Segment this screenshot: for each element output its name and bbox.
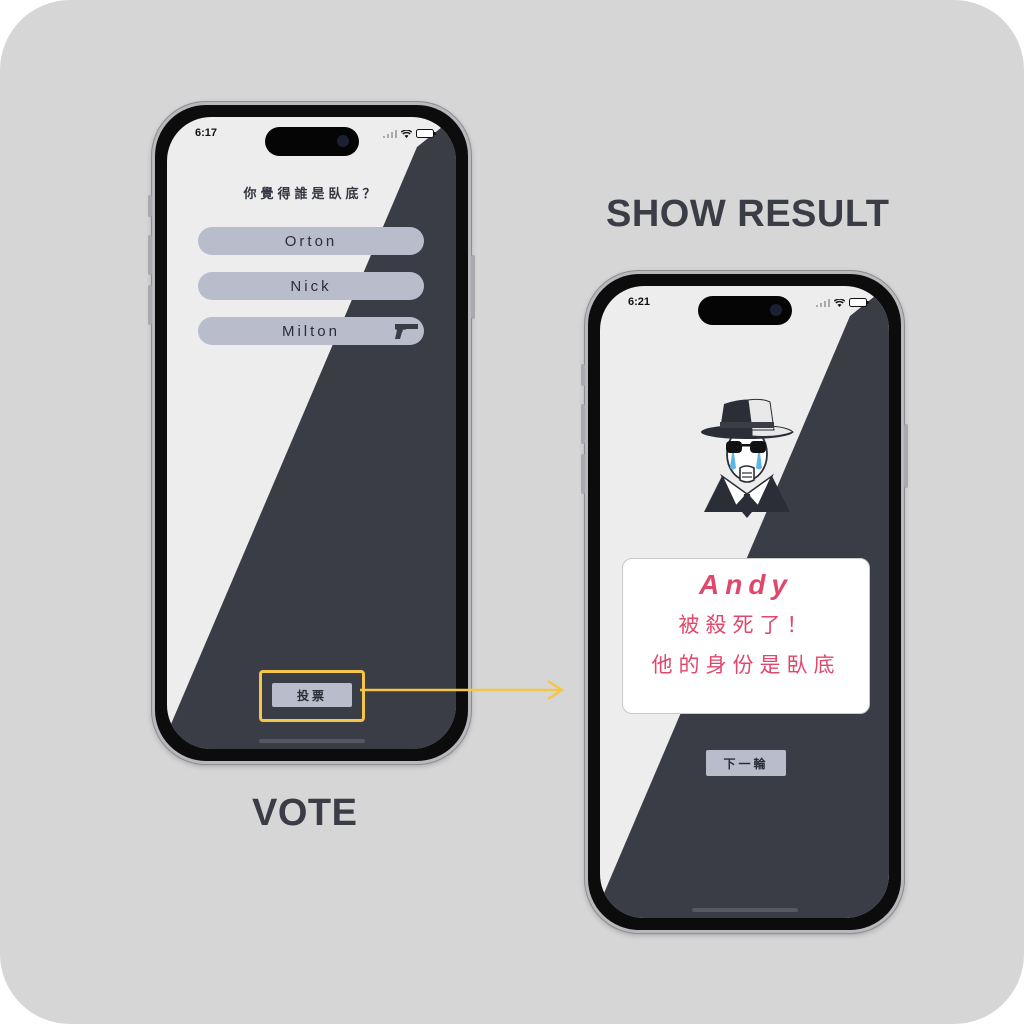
home-indicator (691, 908, 798, 912)
vote-button-label: 投票 (296, 688, 327, 703)
side-button (148, 235, 152, 275)
option-label: Nick (290, 277, 332, 295)
option-label: Orton (284, 232, 338, 250)
option-orton[interactable]: Orton (198, 227, 424, 255)
side-button (471, 255, 475, 319)
dynamic-island (697, 296, 792, 325)
next-round-button[interactable]: 下一輪 (706, 750, 786, 776)
battery-icon (849, 298, 869, 307)
wifi-icon (834, 298, 845, 307)
wifi-icon (401, 129, 412, 138)
status-icons (816, 298, 869, 307)
side-button (148, 195, 152, 217)
side-button (581, 364, 585, 386)
next-round-label: 下一輪 (723, 756, 769, 771)
vote-screen: 6:17 你覺得誰是臥底？ Orton Nick Milton 投票 (167, 117, 456, 749)
diagonal-background (167, 117, 456, 749)
home-indicator (258, 739, 365, 743)
vote-caption: VOTE (252, 792, 358, 834)
result-player-name: Andy (699, 569, 793, 600)
signal-icon (816, 298, 830, 307)
option-label: Milton (281, 322, 340, 340)
side-button (904, 424, 908, 488)
status-time: 6:17 (195, 127, 218, 139)
vote-button[interactable]: 投票 (272, 683, 352, 707)
side-button (148, 285, 152, 325)
transition-arrow (360, 679, 565, 701)
battery-icon (416, 129, 436, 138)
result-card: Andy 被殺死了！ 他的身份是臥底 (622, 558, 870, 714)
pistol-icon (395, 324, 418, 339)
status-time: 6:21 (628, 296, 651, 308)
result-screen: 6:21 Andy 被殺死了！ 他的身份是臥底 下一輪 (600, 286, 889, 918)
dynamic-island (264, 127, 359, 156)
slide-background: SHOW RESULT VOTE 6:17 你覺得誰是臥底？ Orton Nic… (0, 0, 1024, 1024)
question-text: 你覺得誰是臥底？ (243, 187, 380, 202)
option-nick[interactable]: Nick (198, 272, 424, 300)
signal-icon (383, 129, 397, 138)
show-result-caption: SHOW RESULT (606, 193, 890, 235)
side-button (581, 454, 585, 494)
result-phone: 6:21 Andy 被殺死了！ 他的身份是臥底 下一輪 (581, 271, 908, 933)
vote-phone: 6:17 你覺得誰是臥底？ Orton Nick Milton 投票 (148, 102, 475, 764)
side-button (581, 404, 585, 444)
status-icons (383, 129, 436, 138)
result-line-killed: 被殺死了！ (678, 613, 814, 637)
result-line-identity: 他的身份是臥底 (651, 653, 841, 677)
option-milton[interactable]: Milton (198, 317, 424, 345)
spy-crying-icon (701, 398, 795, 518)
